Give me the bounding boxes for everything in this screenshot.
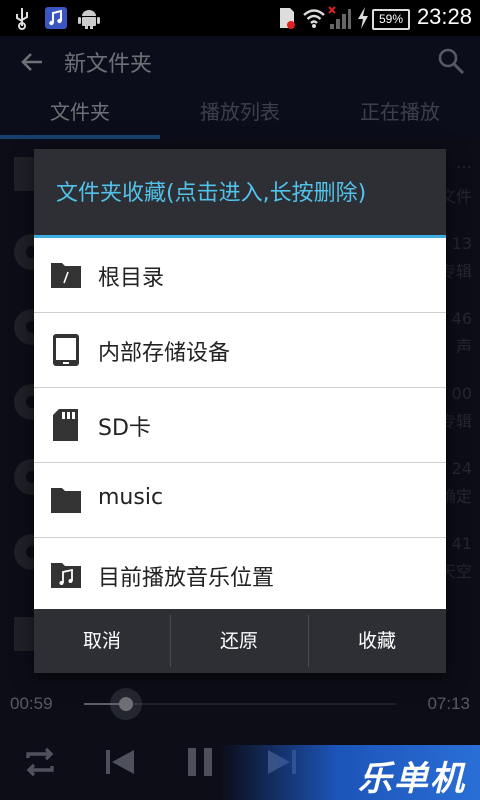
phone-storage-icon [50,334,82,366]
favorite-item-music[interactable]: music [34,463,446,538]
favorite-item-label: 内部存储设备 [98,341,231,366]
charging-icon [356,6,370,30]
root-folder-icon [50,259,82,291]
wifi-icon [302,6,326,30]
status-bar: 59% 23:28 [0,0,480,36]
dialog-header: 文件夹收藏(点击进入,长按删除) [34,149,446,235]
sd-card-icon [50,409,82,441]
restore-button[interactable]: 还原 [171,609,307,673]
cancel-button[interactable]: 取消 [34,609,170,673]
favorite-item-label: 目前播放音乐位置 [98,566,275,591]
battery-icon: 59% [372,9,410,30]
signal-icon [328,6,352,30]
dialog-footer: 取消 还原 收藏 [34,609,446,673]
favorite-item-label: 根目录 [98,266,165,291]
favorite-item-label: SD卡 [98,416,151,441]
favorite-item-root[interactable]: 根目录 [34,238,446,313]
sim-icon [278,6,296,30]
android-icon [78,6,100,30]
usb-icon [14,6,30,30]
music-folder-icon [50,559,82,591]
music-app-icon [44,6,68,30]
favorite-item-internal-storage[interactable]: 内部存储设备 [34,313,446,388]
favorite-button[interactable]: 收藏 [309,609,445,673]
favorites-dialog: 文件夹收藏(点击进入,长按删除) 根目录 内部存储设备 SD卡 music 目前… [34,149,446,673]
dialog-title: 文件夹收藏(点击进入,长按删除) [56,181,367,206]
folder-icon [50,484,82,516]
favorite-item-sd-card[interactable]: SD卡 [34,388,446,463]
watermark-text: 乐单机 [358,759,466,799]
favorite-item-current-location[interactable]: 目前播放音乐位置 [34,538,446,612]
clock: 23:28 [416,4,472,29]
favorite-item-label: music [98,485,164,510]
watermark-banner: 乐单机 [220,745,480,800]
